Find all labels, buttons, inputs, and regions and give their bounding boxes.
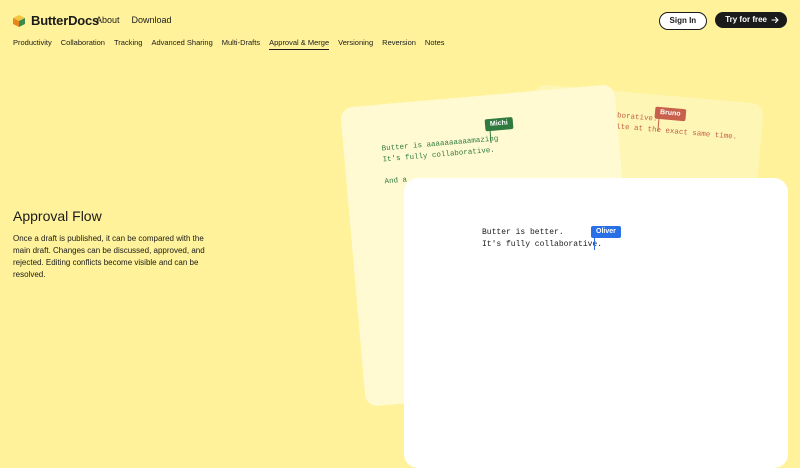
site-header: ButterDocs About Download Sign In Try fo… [0, 0, 800, 38]
tab-approval-merge[interactable]: Approval & Merge [269, 38, 330, 50]
try-for-free-button[interactable]: Try for free [715, 12, 787, 28]
section-title: Approval Flow [13, 208, 102, 224]
tab-productivity[interactable]: Productivity [13, 38, 52, 50]
draft-text-oliver: Butter is better. It's fully collaborati… [482, 227, 602, 251]
tab-advanced-sharing[interactable]: Advanced Sharing [151, 38, 212, 50]
draft-card-oliver: Butter is better. It's fully collaborati… [404, 178, 788, 468]
nav-link-download[interactable]: Download [132, 15, 172, 25]
draft-line: And a [384, 176, 408, 187]
user-tag-michi: Michi [484, 117, 514, 132]
sign-in-button[interactable]: Sign In [658, 12, 708, 30]
text-cursor-oliver [594, 238, 595, 250]
arrow-right-icon [771, 16, 779, 24]
nav-link-about[interactable]: About [96, 15, 120, 25]
section-description: Once a draft is published, it can be com… [13, 234, 205, 279]
draft-line: It's fully collaborative. [482, 240, 603, 249]
user-tag-oliver: Oliver [591, 226, 621, 238]
sign-in-label: Sign In [669, 16, 697, 25]
tab-notes[interactable]: Notes [425, 38, 445, 50]
tab-tracking[interactable]: Tracking [114, 38, 142, 50]
butter-logo-icon [13, 14, 25, 27]
tab-collaboration[interactable]: Collaboration [61, 38, 105, 50]
draft-line [383, 167, 384, 175]
draft-line: Butter is better. [482, 228, 564, 237]
logo[interactable]: ButterDocs [13, 13, 99, 28]
tab-multi-drafts[interactable]: Multi-Drafts [222, 38, 260, 50]
feature-tabs: Productivity Collaboration Tracking Adva… [13, 38, 445, 50]
header-actions: Sign In Try for free [658, 12, 787, 30]
tab-reversion[interactable]: Reversion [382, 38, 416, 50]
try-for-free-label: Try for free [725, 15, 767, 24]
top-nav: About Download [96, 15, 172, 25]
brand-name: ButterDocs [31, 13, 100, 28]
tab-versioning[interactable]: Versioning [338, 38, 373, 50]
